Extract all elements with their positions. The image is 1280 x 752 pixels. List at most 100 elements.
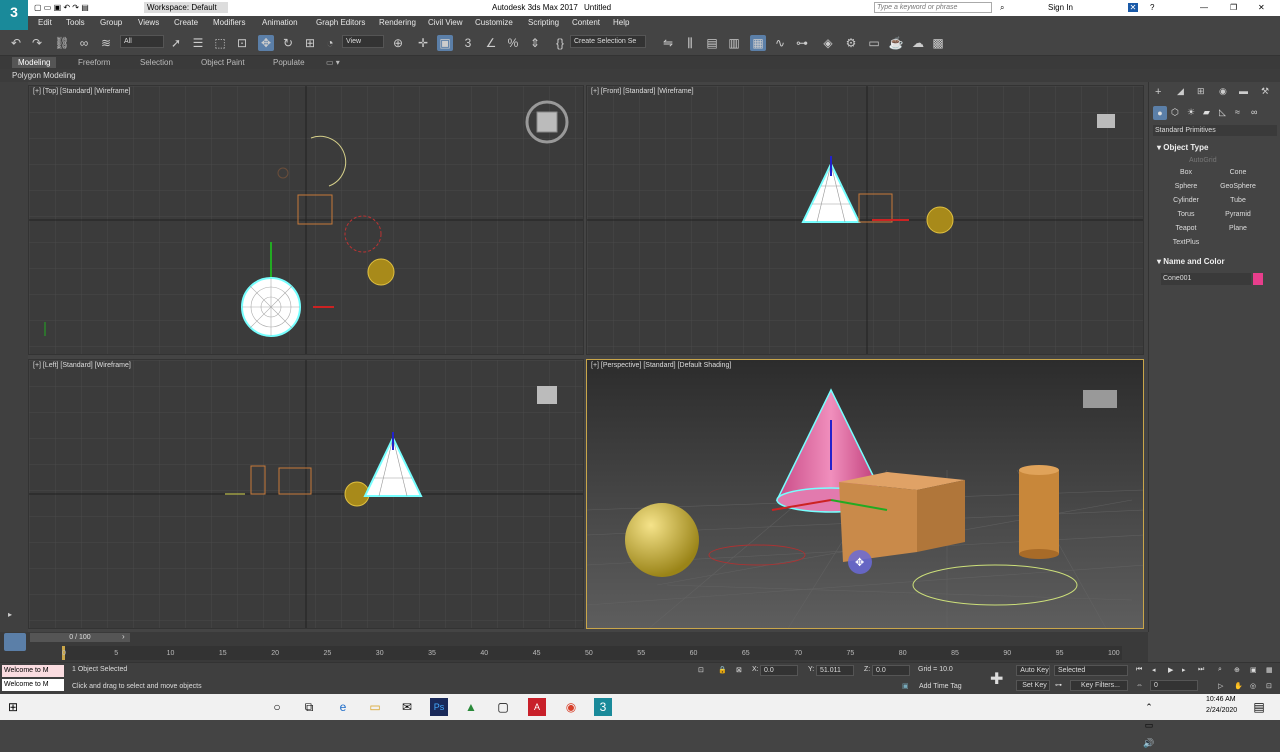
x-coordinate-input[interactable]: 0.0 [760, 665, 798, 676]
notifications-icon[interactable]: ▤ [1250, 698, 1268, 716]
render-iterative-icon[interactable]: ☁ [910, 35, 926, 51]
absolute-mode-icon[interactable]: ⊠ [736, 666, 742, 674]
select-by-name-icon[interactable]: ☰ [190, 35, 206, 51]
set-key-button[interactable]: Set Key [1016, 680, 1050, 691]
maxscript-listener[interactable]: Welcome to M [2, 665, 64, 677]
orbit-icon[interactable]: ◎ [1250, 682, 1256, 690]
menu-customize[interactable]: Customize [475, 18, 513, 27]
z-coordinate-input[interactable]: 0.0 [872, 665, 910, 676]
file-menu-icon[interactable]: ▢ ▭ ▣ ↶ ↷ ▤ [34, 3, 89, 12]
menu-edit[interactable]: Edit [38, 18, 52, 27]
menu-content[interactable]: Content [572, 18, 600, 27]
menu-graph-editors[interactable]: Graph Editors [316, 18, 365, 27]
exchange-icon[interactable]: ✕ [1128, 3, 1138, 12]
app-logo-icon[interactable]: 3 [0, 0, 28, 30]
close-icon[interactable]: ✕ [1258, 3, 1265, 12]
select-scale-icon[interactable]: ⊞ [302, 35, 318, 51]
object-color-swatch[interactable] [1253, 273, 1263, 285]
tab-freeform[interactable]: Freeform [78, 58, 110, 67]
utilities-panel-icon[interactable]: ⚒ [1261, 86, 1269, 97]
curve-editor-icon[interactable]: ∿ [772, 35, 788, 51]
go-to-end-icon[interactable]: ⏭ [1198, 666, 1204, 674]
zoom-extents-all-icon[interactable]: ▦ [1266, 666, 1273, 674]
undo-icon[interactable]: ↶ [8, 35, 24, 51]
mail-icon[interactable]: ✉ [398, 698, 416, 716]
expand-icon[interactable]: ▸ [8, 610, 12, 619]
3dsmax-taskbar-icon[interactable]: 3 [594, 698, 612, 716]
tab-populate[interactable]: Populate [273, 58, 305, 67]
ribbon-options-icon[interactable]: ▭ ▾ [326, 58, 340, 67]
plane-button[interactable]: Plane [1215, 223, 1261, 235]
geometry-icon[interactable]: ● [1153, 106, 1167, 120]
field-of-view-icon[interactable]: ▷ [1218, 682, 1223, 690]
select-rotate-icon[interactable]: ↻ [280, 35, 296, 51]
sphere-button[interactable]: Sphere [1163, 181, 1209, 193]
clock-date[interactable]: 2/24/2020 [1206, 707, 1237, 714]
cylinder-button[interactable]: Cylinder [1163, 195, 1209, 207]
schematic-view-icon[interactable]: ⊶ [794, 35, 810, 51]
cameras-icon[interactable]: ▰ [1203, 107, 1210, 118]
create-panel-icon[interactable]: + [1155, 86, 1161, 98]
play-icon[interactable]: ▶ [1168, 666, 1173, 674]
unlink-icon[interactable]: ∞ [76, 35, 92, 51]
maximize-viewport-icon[interactable]: ⊡ [1266, 682, 1272, 690]
name-and-color-title[interactable]: ▾ Name and Color [1157, 257, 1225, 266]
chrome-icon[interactable]: ◉ [562, 698, 580, 716]
viewport-front-label[interactable]: [+] [Front] [Standard] [Wireframe] [591, 88, 694, 95]
autocad-icon[interactable]: A [528, 698, 546, 716]
sketchup-icon[interactable]: ▲ [462, 698, 480, 716]
geosphere-button[interactable]: GeoSphere [1215, 181, 1261, 193]
scene-explorer-icon[interactable]: ▤ [704, 35, 720, 51]
tab-selection[interactable]: Selection [140, 58, 173, 67]
edit-named-selection-icon[interactable]: {} [552, 35, 568, 51]
zoom-extents-icon[interactable]: ▣ [1250, 666, 1257, 674]
cortana-icon[interactable]: ○ [268, 698, 286, 716]
object-name-input[interactable]: Cone001 [1161, 273, 1251, 285]
motion-panel-icon[interactable]: ◉ [1219, 86, 1227, 97]
mirror-icon[interactable]: ⇋ [660, 35, 676, 51]
spinner-snap-icon[interactable]: ⇕ [527, 35, 543, 51]
snaps-toggle-icon[interactable]: 3 [460, 35, 476, 51]
category-dropdown[interactable]: Standard Primitives [1153, 125, 1277, 136]
menu-animation[interactable]: Animation [262, 18, 298, 27]
teapot-button[interactable]: Teapot [1163, 223, 1209, 235]
sphere-object[interactable] [625, 503, 699, 577]
pyramid-button[interactable]: Pyramid [1215, 209, 1261, 221]
align-icon[interactable]: ⫼ [682, 35, 698, 51]
rendered-frame-icon[interactable]: ▭ [866, 35, 882, 51]
key-mode-toggle-icon[interactable]: ⇔ [1136, 682, 1143, 689]
modify-panel-icon[interactable]: ◢ [1177, 86, 1184, 97]
cone-button[interactable]: Cone [1215, 167, 1261, 179]
systems-icon[interactable]: ∞ [1251, 107, 1257, 117]
next-frame-icon[interactable]: › [122, 632, 125, 641]
viewcube[interactable] [537, 386, 557, 404]
isolate-icon[interactable]: ⊡ [698, 666, 704, 674]
tab-object-paint[interactable]: Object Paint [201, 58, 245, 67]
cylinder-object[interactable] [1019, 465, 1059, 559]
toggle-ribbon-icon[interactable]: ▦ [750, 35, 766, 51]
select-object-icon[interactable]: ➚ [168, 35, 184, 51]
tab-modeling[interactable]: Modeling [12, 57, 57, 68]
tube-button[interactable]: Tube [1215, 195, 1261, 207]
viewport-top-label[interactable]: [+] [Top] [Standard] [Wireframe] [33, 88, 130, 95]
menu-civil-view[interactable]: Civil View [428, 18, 463, 27]
pivot-center-icon[interactable]: ⊕ [390, 35, 406, 51]
viewport-perspective-label[interactable]: [+] [Perspective] [Standard] [Default Sh… [591, 362, 731, 369]
window-crossing-icon[interactable]: ⊡ [234, 35, 250, 51]
menu-help[interactable]: Help [613, 18, 629, 27]
viewcube[interactable] [1083, 390, 1117, 408]
next-frame-icon[interactable]: ▸ [1182, 666, 1186, 674]
hierarchy-panel-icon[interactable]: ⊞ [1197, 86, 1205, 97]
cone-object-selected[interactable] [241, 277, 301, 337]
render-production-icon[interactable]: ☕ [888, 35, 904, 51]
menu-create[interactable]: Create [174, 18, 198, 27]
minimize-icon[interactable]: — [1200, 3, 1208, 12]
edge-browser-icon[interactable]: e [334, 698, 352, 716]
set-key-icon[interactable]: ✚ [990, 669, 1003, 689]
manipulate-icon[interactable]: ✛ [415, 35, 431, 51]
current-frame-input[interactable]: 0 [1150, 680, 1198, 691]
viewcube[interactable] [1097, 114, 1115, 128]
helpers-icon[interactable]: ◺ [1219, 107, 1226, 118]
key-mode-icon[interactable]: ⊶ [1055, 681, 1062, 689]
polygon-modeling-label[interactable]: Polygon Modeling [12, 71, 76, 80]
